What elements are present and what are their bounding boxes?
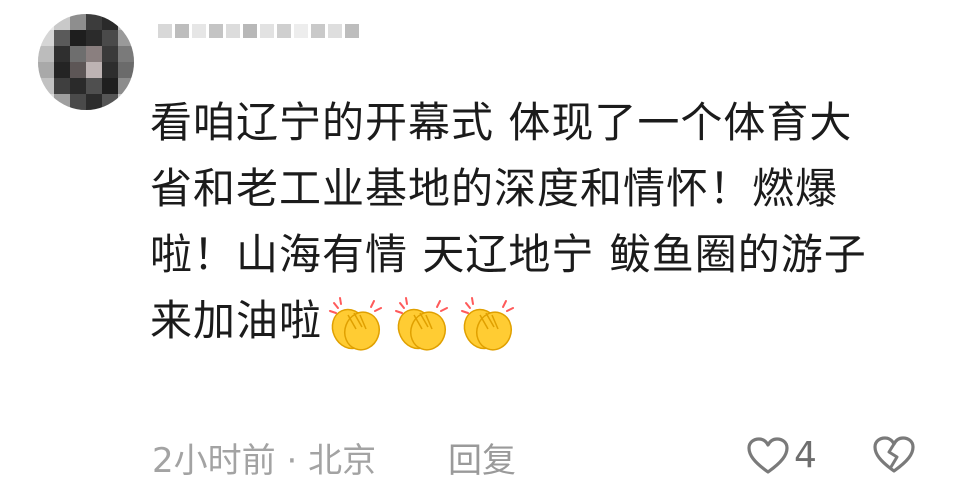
comment-card: 看咱辽宁的开幕式 体现了一个体育大 省和老工业基地的深度和情怀！燃爆 啦！山海有… [0, 0, 960, 494]
comment-location: 北京 [308, 441, 377, 481]
comment-line-text: 来加油啦 [150, 296, 323, 345]
comment-line-last: 来加油啦 [150, 288, 910, 354]
username-masked[interactable] [158, 24, 359, 38]
comment-line: 省和老工业基地的深度和情怀！燃爆 [150, 164, 839, 213]
comment-line: 啦！山海有情 天辽地宁 鲅鱼圈的游子 [150, 230, 867, 279]
user-avatar[interactable] [38, 14, 134, 110]
clapping-hands-icon [329, 296, 383, 351]
clapping-hands-icon [395, 296, 449, 351]
comment-text: 看咱辽宁的开幕式 体现了一个体育大 省和老工业基地的深度和情怀！燃爆 啦！山海有… [150, 90, 910, 354]
comment-timestamp-location: 2小时前 · 北京 [152, 433, 376, 482]
emoji-group [324, 293, 520, 355]
dislike-button[interactable] [872, 435, 916, 484]
comment-time: 2小时前 [152, 441, 276, 481]
meta-separator: · [286, 441, 298, 481]
broken-heart-icon [873, 436, 915, 473]
clapping-hands-icon [461, 296, 515, 351]
comment-meta: 2小时前 · 北京 回复 4 [0, 425, 960, 485]
reply-button[interactable]: 回复 [448, 433, 516, 482]
like-count: 4 [794, 435, 817, 476]
heart-outline-icon [747, 436, 789, 474]
like-button[interactable]: 4 [746, 435, 817, 476]
comment-line: 看咱辽宁的开幕式 体现了一个体育大 [150, 98, 853, 147]
